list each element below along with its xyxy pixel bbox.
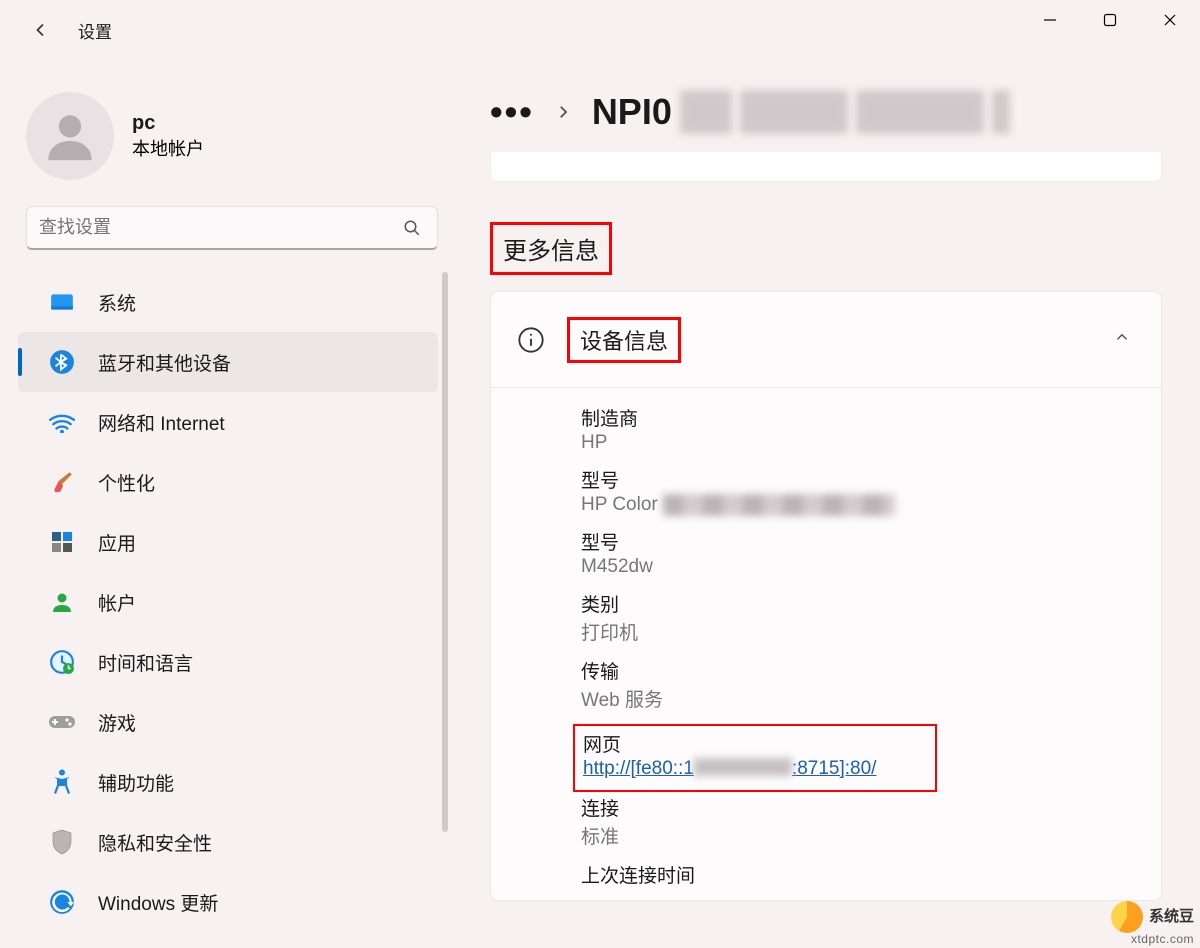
chevron-right-icon <box>554 103 572 121</box>
blurred-text <box>663 494 895 516</box>
webpage-box: 网页 http://[fe80::1:8715]:80/ <box>573 724 937 792</box>
sidebar-item-network[interactable]: 网络和 Internet <box>18 392 438 452</box>
sidebar-item-label: Windows 更新 <box>98 889 218 916</box>
transport-value: Web 服务 <box>581 685 1161 712</box>
sidebar-item-update[interactable]: Windows 更新 <box>18 872 438 932</box>
search-icon <box>399 215 425 241</box>
sidebar-item-accounts[interactable]: 帐户 <box>18 572 438 632</box>
sidebar-item-personalization[interactable]: 个性化 <box>18 452 438 512</box>
avatar <box>26 92 114 180</box>
sidebar-item-label: 时间和语言 <box>98 649 193 676</box>
model2-value: M452dw <box>581 556 1161 578</box>
watermark: 系统豆 xtdptc.com <box>1111 901 1194 946</box>
search-box[interactable] <box>26 206 438 250</box>
sidebar-item-label: 游戏 <box>98 709 136 736</box>
minimize-button[interactable] <box>1020 0 1080 40</box>
user-profile[interactable]: pc 本地帐户 <box>0 80 460 206</box>
blurred-text <box>680 90 732 134</box>
info-icon <box>515 324 547 356</box>
model1-value: HP Color <box>581 494 1161 516</box>
blurred-text <box>740 90 848 134</box>
person-icon <box>48 588 76 616</box>
bluetooth-icon <box>48 348 76 376</box>
back-button[interactable] <box>20 10 60 50</box>
sidebar-item-label: 个性化 <box>98 469 155 496</box>
blurred-text <box>694 758 792 776</box>
connection-label: 连接 <box>581 794 1161 821</box>
clock-icon <box>48 648 76 676</box>
sidebar-item-time[interactable]: 时间和语言 <box>18 632 438 692</box>
gamepad-icon <box>48 708 76 736</box>
sidebar-item-gaming[interactable]: 游戏 <box>18 692 438 752</box>
brush-icon <box>48 468 76 496</box>
breadcrumb[interactable]: ••• NPI0 <box>490 90 1162 134</box>
update-icon <box>48 888 76 916</box>
sidebar-item-system[interactable]: 系统 <box>18 272 438 332</box>
breadcrumb-ellipsis[interactable]: ••• <box>490 91 534 133</box>
search-input[interactable] <box>39 217 399 238</box>
sidebar-item-apps[interactable]: 应用 <box>18 512 438 572</box>
sidebar-item-label: 隐私和安全性 <box>98 829 212 856</box>
sidebar-item-bluetooth[interactable]: 蓝牙和其他设备 <box>18 332 438 392</box>
model2-label: 型号 <box>581 528 1161 555</box>
connection-value: 标准 <box>581 822 1161 849</box>
sidebar-item-label: 网络和 Internet <box>98 409 225 436</box>
sidebar-item-label: 帐户 <box>98 589 136 616</box>
device-info-header[interactable]: 设备信息 <box>491 292 1161 388</box>
sidebar-item-accessibility[interactable]: 辅助功能 <box>18 752 438 812</box>
user-name: pc <box>132 112 204 135</box>
last-connected-label: 上次连接时间 <box>581 861 1161 888</box>
manufacturer-value: HP <box>581 432 1161 454</box>
sidebar-item-privacy[interactable]: 隐私和安全性 <box>18 812 438 872</box>
system-icon <box>48 288 76 316</box>
model1-label: 型号 <box>581 466 1161 493</box>
sidebar-item-label: 应用 <box>98 529 136 556</box>
account-type: 本地帐户 <box>132 135 204 161</box>
window-title: 设置 <box>78 18 112 43</box>
watermark-logo <box>1111 901 1143 933</box>
network-icon <box>48 408 76 436</box>
category-label: 类别 <box>581 590 1161 617</box>
breadcrumb-device-name: NPI0 <box>592 90 1010 134</box>
header-strip <box>490 152 1162 182</box>
webpage-link[interactable]: http://[fe80::1:8715]:80/ <box>583 758 876 779</box>
category-value: 打印机 <box>581 618 1161 645</box>
device-info-card: 设备信息 制造商 HP 型号 HP Color <box>490 291 1162 901</box>
blurred-text <box>856 90 984 134</box>
chevron-up-icon <box>1113 328 1131 351</box>
sidebar-item-label: 辅助功能 <box>98 769 174 796</box>
close-button[interactable] <box>1140 0 1200 40</box>
webpage-value: http://[fe80::1:8715]:80/ <box>583 758 927 780</box>
maximize-button[interactable] <box>1080 0 1140 40</box>
shield-icon <box>48 828 76 856</box>
accessibility-icon <box>48 768 76 796</box>
sidebar-item-label: 系统 <box>98 289 136 316</box>
sidebar-item-label: 蓝牙和其他设备 <box>98 349 231 376</box>
webpage-label: 网页 <box>583 730 927 757</box>
sidebar-scrollbar[interactable] <box>442 272 448 832</box>
manufacturer-label: 制造商 <box>581 404 1161 431</box>
blurred-text <box>992 90 1010 134</box>
device-info-title: 设备信息 <box>580 329 668 354</box>
transport-label: 传输 <box>581 657 1161 684</box>
apps-icon <box>48 528 76 556</box>
more-info-title: 更多信息 <box>490 222 612 275</box>
